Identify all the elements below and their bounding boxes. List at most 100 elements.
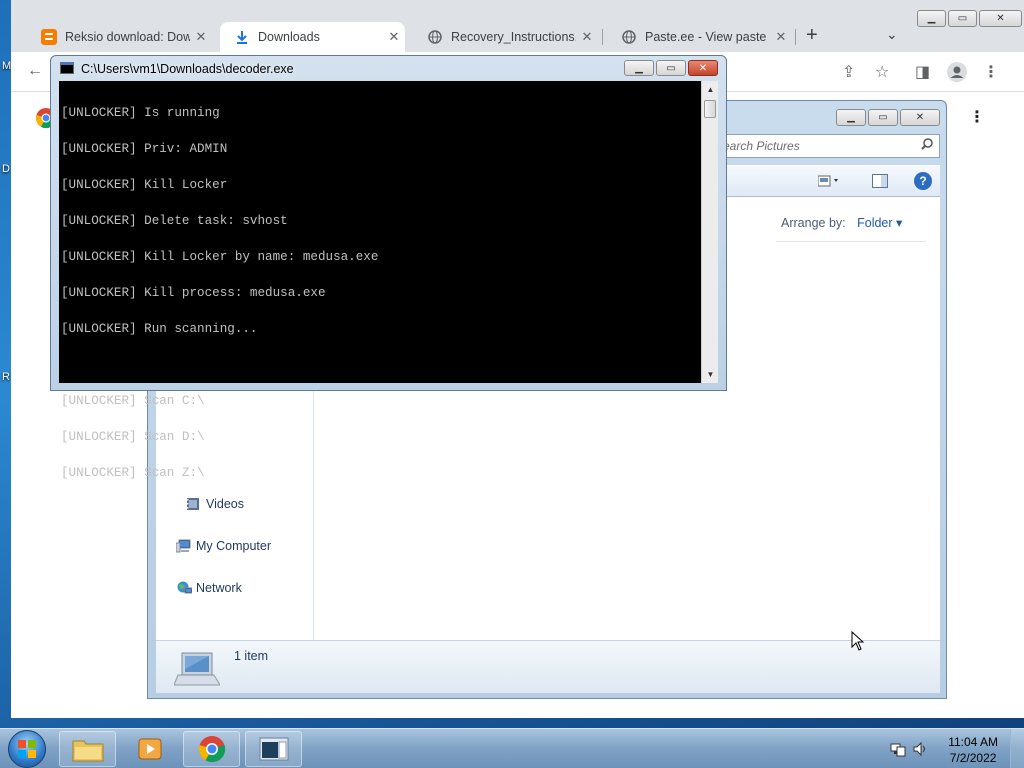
desktop-icon-label-d[interactable]: D xyxy=(2,163,10,175)
computer-icon xyxy=(175,539,191,553)
tab-downloads[interactable]: Downloads ✕ xyxy=(220,22,405,52)
console-app-icon xyxy=(60,62,74,74)
tab-title: Downloads xyxy=(258,30,320,44)
close-button[interactable]: ✕ xyxy=(979,10,1022,27)
console-line: [UNLOCKER] Scan D:\ xyxy=(61,430,205,444)
console-window: C:\Users\vm1\Downloads\decoder.exe ▁ ▭ ✕… xyxy=(50,55,727,479)
desktop-icon-label-r[interactable]: R xyxy=(2,371,10,383)
tab-close-icon[interactable]: ✕ xyxy=(190,29,212,45)
console-line: [UNLOCKER] Is running xyxy=(61,106,220,120)
item-count: 1 item xyxy=(234,649,269,663)
tab-close-icon[interactable]: ✕ xyxy=(383,29,405,45)
minimize-button[interactable]: ▁ xyxy=(836,109,866,126)
nav-item-label: Network xyxy=(196,581,242,595)
minimize-button[interactable]: ▁ xyxy=(917,10,946,27)
scroll-down-arrow-icon[interactable]: ▼ xyxy=(702,366,719,383)
console-output[interactable]: [UNLOCKER] Is running [UNLOCKER] Priv: A… xyxy=(59,81,701,479)
side-panel-icon[interactable]: ◨ xyxy=(915,62,930,82)
back-arrow-icon[interactable]: ← xyxy=(27,62,43,80)
explorer-details-pane: 1 item xyxy=(156,640,940,693)
taskbar: 11:04 AM 7/2/2022 xyxy=(0,728,1024,768)
blogger-icon xyxy=(41,29,57,45)
tab-separator xyxy=(602,29,603,45)
show-desktop-button[interactable] xyxy=(1010,729,1024,768)
download-icon xyxy=(234,29,250,45)
chrome-icon xyxy=(198,736,225,763)
chrome-window-controls: ▁ ▭ ✕ xyxy=(917,10,1022,27)
bookmark-star-icon[interactable]: ☆ xyxy=(875,62,889,82)
maximize-button[interactable]: ▭ xyxy=(948,10,977,27)
tab-title: Reksio download: Down xyxy=(65,30,190,44)
tab-recovery-instructions[interactable]: Recovery_Instructions.ht ✕ xyxy=(413,22,598,52)
console-line: [UNLOCKER] Kill process: medusa.exe xyxy=(61,286,326,300)
tab-reksio[interactable]: Reksio download: Down ✕ xyxy=(27,22,212,52)
search-placeholder: Search Pictures xyxy=(715,139,800,153)
console-line: [UNLOCKER] Scan C:\ xyxy=(61,394,205,408)
close-button[interactable]: ✕ xyxy=(688,60,718,76)
page-menu-dots-icon[interactable]: ⋮ xyxy=(969,107,985,127)
nav-item-my-computer[interactable]: My Computer xyxy=(175,539,272,553)
nav-item-network[interactable]: Network xyxy=(176,581,242,595)
network-icon xyxy=(176,581,193,595)
tab-paste-ee[interactable]: Paste.ee - View paste aB ✕ xyxy=(607,22,792,52)
explorer-search-input[interactable]: Search Pictures xyxy=(708,134,940,158)
desktop-icon-label-m[interactable]: M xyxy=(2,60,11,72)
console-line: [UNLOCKER] Run scanning... xyxy=(61,322,258,336)
close-button[interactable]: ✕ xyxy=(900,109,940,126)
taskbar-media-player-button[interactable] xyxy=(121,731,178,767)
maximize-button[interactable]: ▭ xyxy=(656,60,686,76)
start-button[interactable] xyxy=(8,730,46,768)
taskbar-chrome-button[interactable] xyxy=(183,731,240,767)
new-tab-button[interactable]: + xyxy=(806,24,818,47)
menu-dots-icon[interactable]: ⋮ xyxy=(983,62,999,82)
clock-time: 11:04 AM xyxy=(948,735,998,749)
taskbar-explorer-button[interactable] xyxy=(59,731,116,767)
tab-title: Recovery_Instructions.ht xyxy=(451,30,576,44)
minimize-button[interactable]: ▁ xyxy=(624,60,654,76)
nav-item-label: My Computer xyxy=(196,539,272,553)
folder-icon xyxy=(72,740,103,762)
console-window-icon xyxy=(259,737,288,761)
view-options-icon[interactable] xyxy=(817,175,842,190)
profile-avatar-icon[interactable] xyxy=(947,62,967,87)
mouse-cursor-icon xyxy=(851,631,865,651)
computer-large-icon xyxy=(173,649,221,690)
console-scrollbar[interactable]: ▲ ▼ xyxy=(701,81,718,383)
globe-icon xyxy=(427,29,443,45)
help-icon[interactable]: ? xyxy=(914,172,932,190)
console-window-controls: ▁ ▭ ✕ xyxy=(624,60,718,76)
volume-icon[interactable] xyxy=(912,741,928,760)
tab-strip: Reksio download: Down ✕ Downloads ✕ Reco… xyxy=(11,0,1024,52)
preview-pane-icon[interactable] xyxy=(872,174,888,191)
tab-close-icon[interactable]: ✕ xyxy=(770,29,792,45)
search-icon[interactable] xyxy=(921,138,933,153)
share-icon[interactable]: ⇪ xyxy=(842,62,855,82)
network-status-icon[interactable] xyxy=(890,741,906,760)
explorer-window-controls: ▁ ▭ ✕ xyxy=(836,109,940,126)
console-window-title: C:\Users\vm1\Downloads\decoder.exe xyxy=(81,62,294,76)
tab-close-icon[interactable]: ✕ xyxy=(576,29,598,45)
console-line: [UNLOCKER] Kill Locker by name: medusa.e… xyxy=(61,250,379,264)
tab-title: Paste.ee - View paste aB xyxy=(645,30,770,44)
system-clock[interactable]: 11:04 AM 7/2/2022 xyxy=(948,734,998,766)
scroll-up-arrow-icon[interactable]: ▲ xyxy=(702,81,719,98)
globe-icon xyxy=(621,29,637,45)
arrange-by: Arrange by: Folder ▾ xyxy=(781,215,902,230)
console-line: [UNLOCKER] Kill Locker xyxy=(61,178,228,192)
arrange-by-dropdown[interactable]: Folder ▾ xyxy=(857,216,902,230)
scrollbar-thumb[interactable] xyxy=(704,100,716,118)
media-player-icon xyxy=(138,738,161,760)
console-line: [UNLOCKER] Delete task: svhost xyxy=(61,214,288,228)
chevron-down-icon: ▾ xyxy=(896,216,903,230)
windows-logo-icon xyxy=(18,740,36,758)
console-line: [UNLOCKER] Scan Z:\ xyxy=(61,466,205,480)
system-tray: 11:04 AM 7/2/2022 xyxy=(884,729,1024,768)
clock-date: 7/2/2022 xyxy=(949,751,997,765)
tab-search-button[interactable]: ⌄ xyxy=(886,26,898,43)
arrange-by-value: Folder xyxy=(857,216,893,230)
maximize-button[interactable]: ▭ xyxy=(868,109,898,126)
arrange-by-label: Arrange by: xyxy=(781,216,846,230)
console-line: [UNLOCKER] Priv: ADMIN xyxy=(61,142,228,156)
taskbar-console-button[interactable] xyxy=(245,731,302,767)
